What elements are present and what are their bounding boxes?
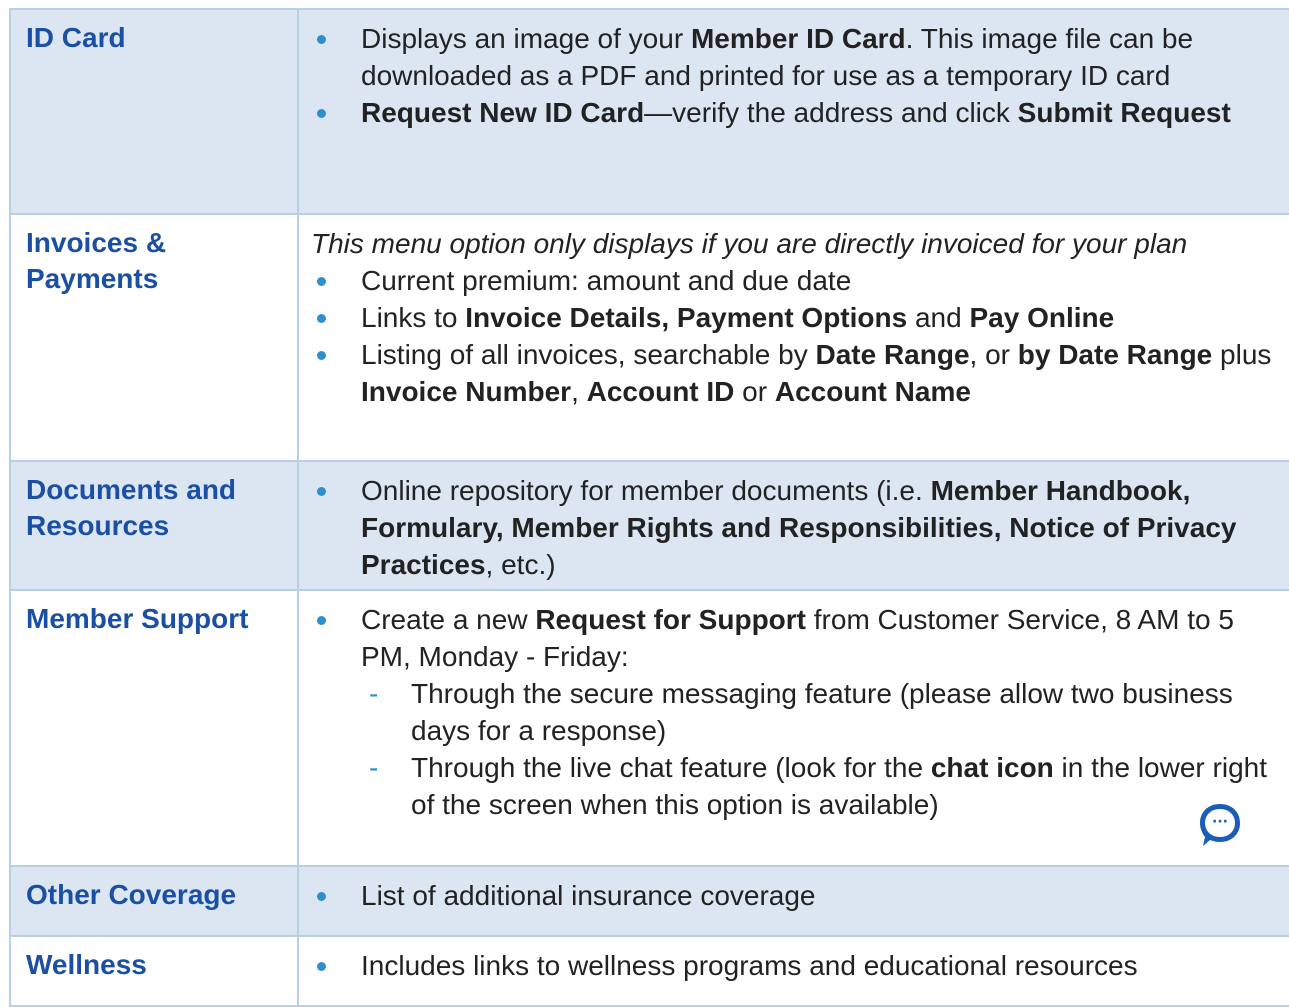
term-cell: Documents and Resources — [9, 460, 298, 591]
dash-list: Through the secure messaging feature (pl… — [361, 675, 1276, 823]
list-item: Create a new Request for Support from Cu… — [311, 601, 1276, 823]
term-cell: Wellness — [9, 935, 298, 1007]
bullet-list: Displays an image of your Member ID Card… — [311, 20, 1276, 131]
description-cell: Includes links to wellness programs and … — [297, 935, 1289, 1007]
term-label: ID Card — [26, 22, 126, 53]
list-item: Listing of all invoices, searchable by D… — [311, 336, 1276, 410]
table-row-documents-resources: Documents and Resources Online repositor… — [9, 460, 1289, 591]
term-cell: Other Coverage — [9, 865, 298, 937]
list-item: Includes links to wellness programs and … — [311, 947, 1276, 984]
bullet-list: Current premium: amount and due date Lin… — [311, 262, 1276, 410]
chat-icon-glyph: ··· — [1212, 814, 1228, 830]
bullet-list: Online repository for member documents (… — [311, 472, 1276, 583]
term-label: Documents and Resources — [26, 474, 237, 541]
description-cell: This menu option only displays if you ar… — [297, 213, 1289, 462]
table-row-other-coverage: Other Coverage List of additional insura… — [9, 865, 1289, 937]
table-row-wellness: Wellness Includes links to wellness prog… — [9, 935, 1289, 1007]
term-label: Member Support — [26, 603, 249, 634]
chat-bubble-icon: ··· — [1200, 804, 1240, 846]
bullet-list: Create a new Request for Support from Cu… — [311, 601, 1276, 823]
description-cell: Online repository for member documents (… — [297, 460, 1289, 591]
sub-list-item: Through the secure messaging feature (pl… — [361, 675, 1276, 749]
intro-note: This menu option only displays if you ar… — [311, 228, 1188, 259]
list-item: Online repository for member documents (… — [311, 472, 1276, 583]
list-item: Displays an image of your Member ID Card… — [311, 20, 1276, 94]
table-row-member-support: Member Support Create a new Request for … — [9, 589, 1289, 867]
list-item: Request New ID Card—verify the address a… — [311, 94, 1276, 131]
term-cell: Invoices & Payments — [9, 213, 298, 462]
table-row-id-card: ID Card Displays an image of your Member… — [9, 8, 1289, 215]
term-cell: Member Support — [9, 589, 298, 867]
list-item: List of additional insurance coverage — [311, 877, 1276, 914]
term-cell: ID Card — [9, 8, 298, 215]
bullet-list: Includes links to wellness programs and … — [311, 947, 1276, 984]
term-label: Other Coverage — [26, 879, 237, 910]
description-cell: Create a new Request for Support from Cu… — [297, 589, 1289, 867]
description-cell: List of additional insurance coverage — [297, 865, 1289, 937]
term-label: Wellness — [26, 949, 147, 980]
sub-list-item: Through the live chat feature (look for … — [361, 749, 1276, 823]
table-row-invoices-payments: Invoices & Payments This menu option onl… — [9, 213, 1289, 462]
bullet-list: List of additional insurance coverage — [311, 877, 1276, 914]
list-item: Current premium: amount and due date — [311, 262, 1276, 299]
feature-table: ID Card Displays an image of your Member… — [9, 8, 1289, 1007]
list-item: Links to Invoice Details, Payment Option… — [311, 299, 1276, 336]
term-label: Invoices & Payments — [26, 227, 167, 294]
description-cell: Displays an image of your Member ID Card… — [297, 8, 1289, 215]
